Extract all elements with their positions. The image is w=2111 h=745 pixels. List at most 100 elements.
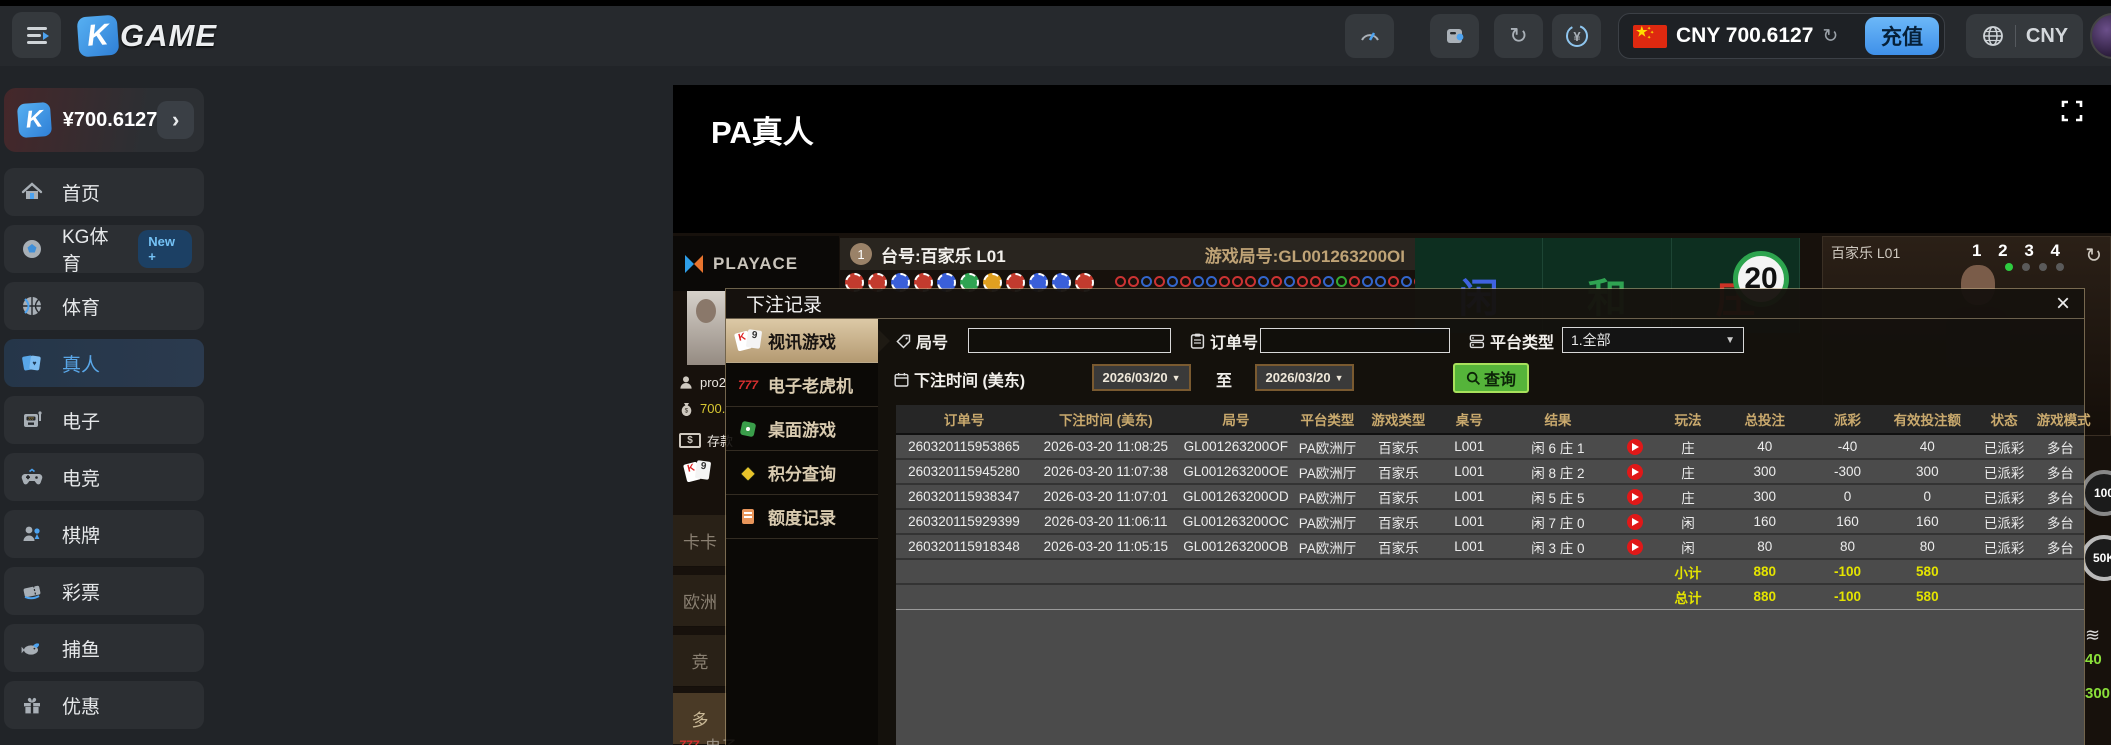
date-from-picker[interactable]: 2026/03/20 ▼ xyxy=(1092,364,1191,391)
logo-text: GAME xyxy=(120,18,217,54)
modal-tab-column: K9 视讯游戏 777 电子老虎机 桌面游戏 ◆ 积分查询 额度记录 xyxy=(726,319,878,745)
brand-logo[interactable]: K GAME xyxy=(78,16,217,56)
tab-points-query[interactable]: ◆ 积分查询 xyxy=(726,451,878,495)
bet-table-area: 订单号下注时间 (美东) 局号平台类型 游戏类型桌号 结果 玩法总投注 派彩有效… xyxy=(878,405,2084,745)
sidebar-item-label: 电竞 xyxy=(62,464,100,491)
camera-numbers[interactable]: 1 2 3 4 xyxy=(1972,241,2066,261)
sidebar-balance: ¥700.6127 xyxy=(63,109,158,132)
person-icon xyxy=(679,375,694,390)
language-currency-selector[interactable]: CNY xyxy=(1966,14,2083,58)
menu-toggle-button[interactable] xyxy=(12,12,61,58)
sidebar-item-fishing[interactable]: 捕鱼 xyxy=(4,624,204,672)
svg-text:$: $ xyxy=(685,407,689,414)
balance-pill[interactable]: ★✦✦✦ CNY 700.6127 ↻ 充值 xyxy=(1618,13,1945,59)
currency-exchange-button[interactable]: ¥ xyxy=(1552,14,1601,58)
replay-video-button[interactable] xyxy=(1627,439,1643,455)
table-row: 2603201159538652026-03-20 11:08:25 GL001… xyxy=(896,434,2084,459)
deposit-button[interactable]: 充值 xyxy=(1865,17,1939,55)
divider xyxy=(2015,25,2016,47)
order-input[interactable] xyxy=(1260,328,1450,353)
sidebar-item-live-casino[interactable]: ♥ 真人 xyxy=(4,339,204,387)
document-icon xyxy=(736,509,760,524)
chips-stack-icon: ≋ xyxy=(2085,625,2100,646)
transfer-button[interactable]: ↻ xyxy=(1494,14,1543,58)
logo-k-icon: K xyxy=(77,15,120,58)
platform-select[interactable]: 1.全部 ▼ xyxy=(1562,327,1744,353)
china-flag-icon: ★✦✦✦ xyxy=(1633,25,1667,48)
lobby-menu-item[interactable]: 竞 xyxy=(673,635,727,687)
tab-live-games[interactable]: K9 视讯游戏 xyxy=(726,319,878,363)
playace-logo-icon xyxy=(681,251,707,277)
dice-icon xyxy=(736,422,760,436)
calendar-icon xyxy=(894,372,909,387)
table-row: 2603201159183482026-03-20 11:05:15 GL001… xyxy=(896,534,2084,559)
replay-video-button[interactable] xyxy=(1627,514,1643,530)
tab-quota-records[interactable]: 额度记录 xyxy=(726,495,878,539)
tab-table-games[interactable]: 桌面游戏 xyxy=(726,407,878,451)
sidebar-item-label: 棋牌 xyxy=(62,521,100,548)
network-speed-button[interactable] xyxy=(1345,14,1394,58)
bet-time-label: 下注时间 (美东) xyxy=(894,367,1025,391)
fullscreen-button[interactable] xyxy=(2059,99,2085,125)
close-icon[interactable]: × xyxy=(2056,292,2070,316)
cards-icon: ♥ xyxy=(20,351,44,375)
provider-name: PLAYACE xyxy=(713,254,798,274)
modal-header: 下注记录 × xyxy=(726,289,2084,319)
platform-filter-label: 平台类型 xyxy=(1469,329,1554,353)
gift-icon xyxy=(20,693,44,717)
page-title: PA真人 xyxy=(711,107,814,152)
table-header-row: 订单号下注时间 (美东) 局号平台类型 游戏类型桌号 结果 玩法总投注 派彩有效… xyxy=(896,405,2084,434)
date-to-label: 至 xyxy=(1216,367,1232,391)
sidebar-item-home[interactable]: 首页 xyxy=(4,168,204,216)
sidebar-item-lottery[interactable]: 彩票 xyxy=(4,567,204,615)
camera-indicator-dots xyxy=(2005,263,2064,271)
new-badge: New + xyxy=(138,230,192,268)
lobby-menu-item[interactable]: 卡卡 xyxy=(673,515,727,567)
lobby-live-tab[interactable]: K9 xyxy=(685,461,711,483)
screen: K GAME ↻ ¥ ★✦✦✦ CNY 700.6127 xyxy=(0,0,2111,745)
search-button[interactable]: 查询 xyxy=(1453,363,1529,393)
lobby-username: pro2 xyxy=(679,375,726,390)
sidebar-item-kg-sports[interactable]: KG体育 New + xyxy=(4,225,204,273)
k-coin-icon: K xyxy=(17,102,52,138)
svg-text:777: 777 xyxy=(28,417,34,421)
sidebar-item-slots[interactable]: 777 电子 xyxy=(4,396,204,444)
order-filter-label: 订单号 xyxy=(1190,329,1258,353)
date-to-picker[interactable]: 2026/03/20 ▼ xyxy=(1255,364,1354,391)
sidebar-balance-card[interactable]: K ¥700.6127 › xyxy=(4,88,204,152)
sidebar-item-board-games[interactable]: 棋牌 xyxy=(4,510,204,558)
sidebar-item-sports[interactable]: 体育 xyxy=(4,282,204,330)
bet-records-modal: 下注记录 × K9 视讯游戏 777 电子老虎机 桌面游戏 xyxy=(725,288,2085,745)
sidebar-item-esports[interactable]: 电竞 xyxy=(4,453,204,501)
gauge-icon xyxy=(1358,24,1382,48)
yen-circle-icon: ¥ xyxy=(1564,23,1590,49)
replay-video-button[interactable] xyxy=(1627,539,1643,555)
sidebar: K ¥700.6127 › 首页 KG体育 New + 体育 ♥ 真人 xyxy=(4,88,204,738)
refresh-balance-icon[interactable]: ↻ xyxy=(1822,25,1838,48)
round-label: 游戏局号:GL001263200OI xyxy=(1205,242,1405,267)
video-refresh-icon[interactable]: ↻ xyxy=(2085,243,2102,268)
provider-logo: PLAYACE xyxy=(673,236,839,291)
chip-50k[interactable]: 50K xyxy=(2081,535,2111,581)
chess-icon xyxy=(20,522,44,546)
round-input[interactable] xyxy=(968,328,1171,353)
replay-video-button[interactable] xyxy=(1627,489,1643,505)
grand-total-row: 总计 880 -100 580 xyxy=(896,584,2084,609)
expand-balance-button[interactable]: › xyxy=(157,101,194,139)
magnifier-icon xyxy=(1466,371,1481,386)
cards-icon: K9 xyxy=(685,461,711,483)
sidebar-item-label: 优惠 xyxy=(62,692,100,719)
user-avatar[interactable] xyxy=(2090,13,2111,59)
sidebar-item-label: KG体育 xyxy=(62,222,120,276)
replay-video-button[interactable] xyxy=(1627,464,1643,480)
lobby-menu-item[interactable]: 欧洲 xyxy=(673,575,727,627)
sidebar-item-promotions[interactable]: 优惠 xyxy=(4,681,204,729)
chip-100[interactable]: 100 xyxy=(2081,470,2111,516)
wallet-balance: CNY 700.6127 xyxy=(1676,24,1813,48)
filter-area: 局号 订单号 xyxy=(878,319,2084,405)
wallet-button[interactable] xyxy=(1430,14,1479,58)
ticket-icon xyxy=(20,579,44,603)
tab-slots[interactable]: 777 电子老虎机 xyxy=(726,363,878,407)
table-info-strip: 1 台号:百家乐 L01 游戏局号:GL001263200OI xyxy=(840,238,1415,270)
diamond-icon: ◆ xyxy=(736,463,760,483)
